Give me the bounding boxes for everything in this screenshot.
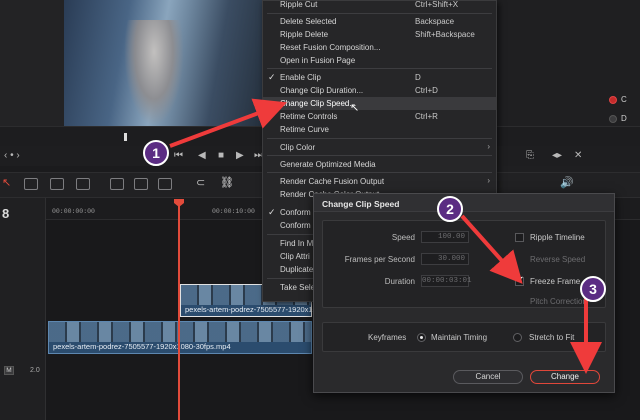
arrow-step1 [169, 98, 287, 148]
step-1-badge: 1 [143, 140, 169, 166]
step-3-badge: 3 [580, 276, 606, 302]
arrow-step2 [460, 214, 523, 284]
step-2-badge: 2 [437, 196, 463, 222]
annotation-arrows [169, 98, 602, 374]
